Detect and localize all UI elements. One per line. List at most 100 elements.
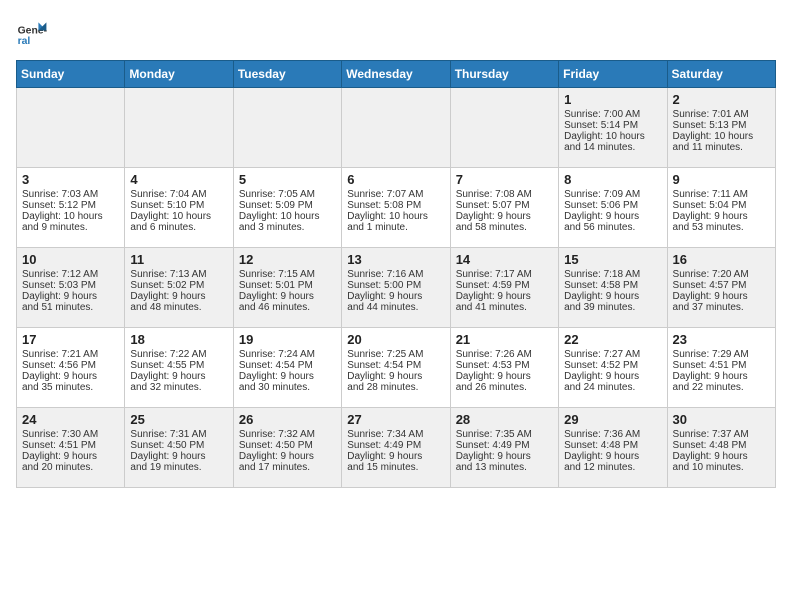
- day-number: 20: [347, 332, 444, 347]
- day-number: 9: [673, 172, 770, 187]
- day-info: and 26 minutes.: [456, 382, 553, 393]
- day-info: Daylight: 9 hours: [239, 371, 336, 382]
- day-info: Sunrise: 7:22 AM: [130, 349, 227, 360]
- day-info: and 19 minutes.: [130, 462, 227, 473]
- day-number: 28: [456, 412, 553, 427]
- day-info: Sunrise: 7:00 AM: [564, 109, 661, 120]
- day-info: Sunset: 4:50 PM: [130, 440, 227, 451]
- day-info: Daylight: 9 hours: [673, 371, 770, 382]
- logo: Gene- ral: [16, 16, 52, 48]
- week-row-1: 1Sunrise: 7:00 AMSunset: 5:14 PMDaylight…: [17, 88, 776, 168]
- calendar-cell: 10Sunrise: 7:12 AMSunset: 5:03 PMDayligh…: [17, 248, 125, 328]
- calendar-cell: [17, 88, 125, 168]
- day-number: 15: [564, 252, 661, 267]
- day-number: 24: [22, 412, 119, 427]
- day-info: Sunrise: 7:08 AM: [456, 189, 553, 200]
- calendar-cell: 4Sunrise: 7:04 AMSunset: 5:10 PMDaylight…: [125, 168, 233, 248]
- day-info: and 12 minutes.: [564, 462, 661, 473]
- day-info: Sunset: 4:56 PM: [22, 360, 119, 371]
- day-info: Sunset: 4:58 PM: [564, 280, 661, 291]
- day-info: Sunset: 4:48 PM: [673, 440, 770, 451]
- day-info: Sunrise: 7:21 AM: [22, 349, 119, 360]
- day-number: 13: [347, 252, 444, 267]
- day-number: 21: [456, 332, 553, 347]
- calendar-cell: 25Sunrise: 7:31 AMSunset: 4:50 PMDayligh…: [125, 408, 233, 488]
- day-info: Sunrise: 7:35 AM: [456, 429, 553, 440]
- day-info: Daylight: 9 hours: [130, 291, 227, 302]
- day-info: Sunset: 5:07 PM: [456, 200, 553, 211]
- day-info: Sunrise: 7:29 AM: [673, 349, 770, 360]
- day-info: Daylight: 10 hours: [673, 131, 770, 142]
- day-info: Sunset: 4:52 PM: [564, 360, 661, 371]
- week-row-5: 24Sunrise: 7:30 AMSunset: 4:51 PMDayligh…: [17, 408, 776, 488]
- day-info: Sunset: 4:57 PM: [673, 280, 770, 291]
- calendar-cell: 6Sunrise: 7:07 AMSunset: 5:08 PMDaylight…: [342, 168, 450, 248]
- calendar-cell: 30Sunrise: 7:37 AMSunset: 4:48 PMDayligh…: [667, 408, 775, 488]
- day-info: Sunset: 4:50 PM: [239, 440, 336, 451]
- day-info: Sunset: 5:10 PM: [130, 200, 227, 211]
- day-info: and 9 minutes.: [22, 222, 119, 233]
- day-info: Sunset: 4:49 PM: [347, 440, 444, 451]
- day-info: Sunset: 4:49 PM: [456, 440, 553, 451]
- day-info: Sunrise: 7:07 AM: [347, 189, 444, 200]
- day-info: Daylight: 9 hours: [456, 291, 553, 302]
- day-info: and 41 minutes.: [456, 302, 553, 313]
- day-info: and 15 minutes.: [347, 462, 444, 473]
- day-info: Sunrise: 7:09 AM: [564, 189, 661, 200]
- day-info: Sunrise: 7:12 AM: [22, 269, 119, 280]
- day-info: Daylight: 10 hours: [130, 211, 227, 222]
- calendar-cell: 21Sunrise: 7:26 AMSunset: 4:53 PMDayligh…: [450, 328, 558, 408]
- day-number: 14: [456, 252, 553, 267]
- day-number: 19: [239, 332, 336, 347]
- day-info: Sunrise: 7:03 AM: [22, 189, 119, 200]
- day-info: Sunrise: 7:31 AM: [130, 429, 227, 440]
- day-number: 26: [239, 412, 336, 427]
- day-info: Sunset: 4:48 PM: [564, 440, 661, 451]
- day-info: Daylight: 9 hours: [673, 291, 770, 302]
- day-info: Daylight: 9 hours: [456, 451, 553, 462]
- day-info: Sunrise: 7:17 AM: [456, 269, 553, 280]
- day-info: Daylight: 10 hours: [564, 131, 661, 142]
- day-info: and 35 minutes.: [22, 382, 119, 393]
- day-number: 8: [564, 172, 661, 187]
- day-info: Daylight: 9 hours: [456, 371, 553, 382]
- day-info: Sunrise: 7:36 AM: [564, 429, 661, 440]
- week-row-2: 3Sunrise: 7:03 AMSunset: 5:12 PMDaylight…: [17, 168, 776, 248]
- day-info: Sunrise: 7:16 AM: [347, 269, 444, 280]
- day-info: and 11 minutes.: [673, 142, 770, 153]
- calendar-cell: 11Sunrise: 7:13 AMSunset: 5:02 PMDayligh…: [125, 248, 233, 328]
- calendar-cell: 2Sunrise: 7:01 AMSunset: 5:13 PMDaylight…: [667, 88, 775, 168]
- day-info: Sunset: 5:08 PM: [347, 200, 444, 211]
- day-info: and 44 minutes.: [347, 302, 444, 313]
- calendar-cell: 13Sunrise: 7:16 AMSunset: 5:00 PMDayligh…: [342, 248, 450, 328]
- day-info: and 51 minutes.: [22, 302, 119, 313]
- week-row-3: 10Sunrise: 7:12 AMSunset: 5:03 PMDayligh…: [17, 248, 776, 328]
- day-info: Sunrise: 7:18 AM: [564, 269, 661, 280]
- day-info: Sunrise: 7:24 AM: [239, 349, 336, 360]
- day-header-thursday: Thursday: [450, 61, 558, 88]
- day-info: Sunrise: 7:26 AM: [456, 349, 553, 360]
- day-info: Daylight: 10 hours: [22, 211, 119, 222]
- day-number: 3: [22, 172, 119, 187]
- day-info: Daylight: 9 hours: [347, 371, 444, 382]
- calendar-cell: [125, 88, 233, 168]
- day-info: and 24 minutes.: [564, 382, 661, 393]
- day-info: Daylight: 9 hours: [347, 451, 444, 462]
- day-info: and 58 minutes.: [456, 222, 553, 233]
- calendar-cell: 7Sunrise: 7:08 AMSunset: 5:07 PMDaylight…: [450, 168, 558, 248]
- calendar-cell: 15Sunrise: 7:18 AMSunset: 4:58 PMDayligh…: [559, 248, 667, 328]
- day-header-monday: Monday: [125, 61, 233, 88]
- day-info: and 13 minutes.: [456, 462, 553, 473]
- day-info: Daylight: 9 hours: [456, 211, 553, 222]
- day-info: Daylight: 9 hours: [564, 211, 661, 222]
- day-header-sunday: Sunday: [17, 61, 125, 88]
- calendar-cell: 8Sunrise: 7:09 AMSunset: 5:06 PMDaylight…: [559, 168, 667, 248]
- calendar-cell: 23Sunrise: 7:29 AMSunset: 4:51 PMDayligh…: [667, 328, 775, 408]
- calendar-cell: 27Sunrise: 7:34 AMSunset: 4:49 PMDayligh…: [342, 408, 450, 488]
- day-number: 18: [130, 332, 227, 347]
- day-info: and 1 minute.: [347, 222, 444, 233]
- day-info: Sunset: 5:02 PM: [130, 280, 227, 291]
- day-info: Daylight: 10 hours: [239, 211, 336, 222]
- day-info: and 14 minutes.: [564, 142, 661, 153]
- day-header-wednesday: Wednesday: [342, 61, 450, 88]
